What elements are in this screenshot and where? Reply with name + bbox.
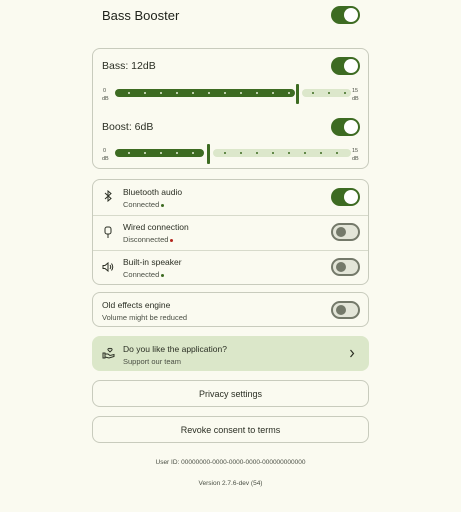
tick <box>128 152 130 154</box>
wired-toggle[interactable] <box>331 223 360 241</box>
bass-min-unit: dB <box>102 96 109 102</box>
tick <box>320 152 322 154</box>
boost-toggle[interactable] <box>331 118 360 136</box>
tick <box>208 92 210 94</box>
old-engine-toggle[interactable] <box>331 301 360 319</box>
boost-min-label: 0 <box>103 148 107 154</box>
bass-booster-toggle[interactable] <box>331 6 360 24</box>
tick <box>192 92 194 94</box>
bass-slider-thumb[interactable] <box>296 84 299 104</box>
bass-toggle[interactable] <box>331 57 360 75</box>
tick <box>272 92 274 94</box>
toggle-knob <box>344 8 358 22</box>
bluetooth-status-text: Connected <box>123 200 160 209</box>
toggle-knob <box>336 262 346 272</box>
tick <box>240 152 242 154</box>
speaker-icon <box>102 262 114 272</box>
boost-min-unit: dB <box>102 156 109 162</box>
bluetooth-icon <box>103 190 113 202</box>
tick <box>144 92 146 94</box>
tick <box>312 92 314 94</box>
toggle-knob <box>344 190 358 204</box>
old-engine-card[interactable]: Old effects engine Volume might be reduc… <box>92 292 369 327</box>
output-row-speaker[interactable]: Built-in speaker Connected <box>93 251 368 285</box>
tick <box>288 152 290 154</box>
speaker-status: Connected <box>123 270 165 279</box>
speaker-toggle[interactable] <box>331 258 360 276</box>
bass-slider[interactable] <box>113 84 353 104</box>
toggle-knob <box>344 59 358 73</box>
wired-connection-icon <box>103 226 113 239</box>
support-title: Do you like the application? <box>123 344 227 354</box>
old-engine-sub: Volume might be reduced <box>102 313 188 322</box>
output-row-wired[interactable]: Wired connection Disconnected <box>93 216 368 251</box>
tick <box>240 92 242 94</box>
wired-label: Wired connection <box>123 222 189 232</box>
tick <box>224 92 226 94</box>
bluetooth-status: Connected <box>123 200 165 209</box>
tick <box>192 152 194 154</box>
tick <box>176 152 178 154</box>
toggle-knob <box>344 120 358 134</box>
toggle-knob <box>336 227 346 237</box>
user-id-text: User ID: 00000000-0000-0000-0000-0000000… <box>155 459 306 466</box>
boost-slider-label: Boost: 6dB <box>102 121 154 133</box>
boost-max-label: 15 <box>352 148 359 154</box>
support-sub: Support our team <box>123 357 181 366</box>
tick <box>128 92 130 94</box>
sliders-card: Bass: 12dB 0 dB 15 dB Boost: 6dB 0 dB 15… <box>92 48 369 169</box>
boost-max-unit: dB <box>352 156 359 162</box>
output-devices-card: Bluetooth audio Connected Wired connecti… <box>92 179 369 285</box>
speaker-label: Built-in speaker <box>123 257 182 267</box>
tick <box>144 152 146 154</box>
version-text: Version 2.7.6-dev (54) <box>198 480 263 487</box>
bluetooth-label: Bluetooth audio <box>123 187 183 197</box>
toggle-knob <box>336 305 346 315</box>
tick <box>256 152 258 154</box>
output-row-bluetooth[interactable]: Bluetooth audio Connected <box>93 180 368 215</box>
bass-track-fill <box>115 89 295 97</box>
tick <box>256 92 258 94</box>
wired-status: Disconnected <box>123 235 174 244</box>
hand-heart-icon <box>102 347 115 359</box>
wired-status-text: Disconnected <box>123 235 169 244</box>
tick <box>176 92 178 94</box>
bluetooth-toggle[interactable] <box>331 188 360 206</box>
bass-booster-title: Bass Booster <box>102 8 180 23</box>
tick <box>336 152 338 154</box>
tick <box>328 92 330 94</box>
boost-slider[interactable] <box>113 143 353 164</box>
status-dot-icon <box>161 273 165 277</box>
status-dot-icon <box>170 238 174 242</box>
tick <box>160 152 162 154</box>
support-card[interactable]: Do you like the application? Support our… <box>92 336 369 371</box>
boost-track-empty <box>213 149 351 157</box>
bass-slider-label: Bass: 12dB <box>102 60 156 72</box>
tick <box>224 152 226 154</box>
old-engine-label: Old effects engine <box>102 300 171 310</box>
boost-slider-thumb[interactable] <box>207 144 210 164</box>
revoke-consent-button[interactable]: Revoke consent to terms <box>92 416 369 443</box>
tick <box>344 92 346 94</box>
speaker-status-text: Connected <box>123 270 160 279</box>
tick <box>160 92 162 94</box>
status-dot-icon <box>161 203 165 207</box>
tick <box>288 92 290 94</box>
tick <box>272 152 274 154</box>
tick <box>304 152 306 154</box>
privacy-settings-button[interactable]: Privacy settings <box>92 380 369 407</box>
chevron-right-icon <box>349 349 355 358</box>
bass-max-label: 15 <box>352 88 359 94</box>
bass-max-unit: dB <box>352 96 359 102</box>
bass-min-label: 0 <box>103 88 107 94</box>
